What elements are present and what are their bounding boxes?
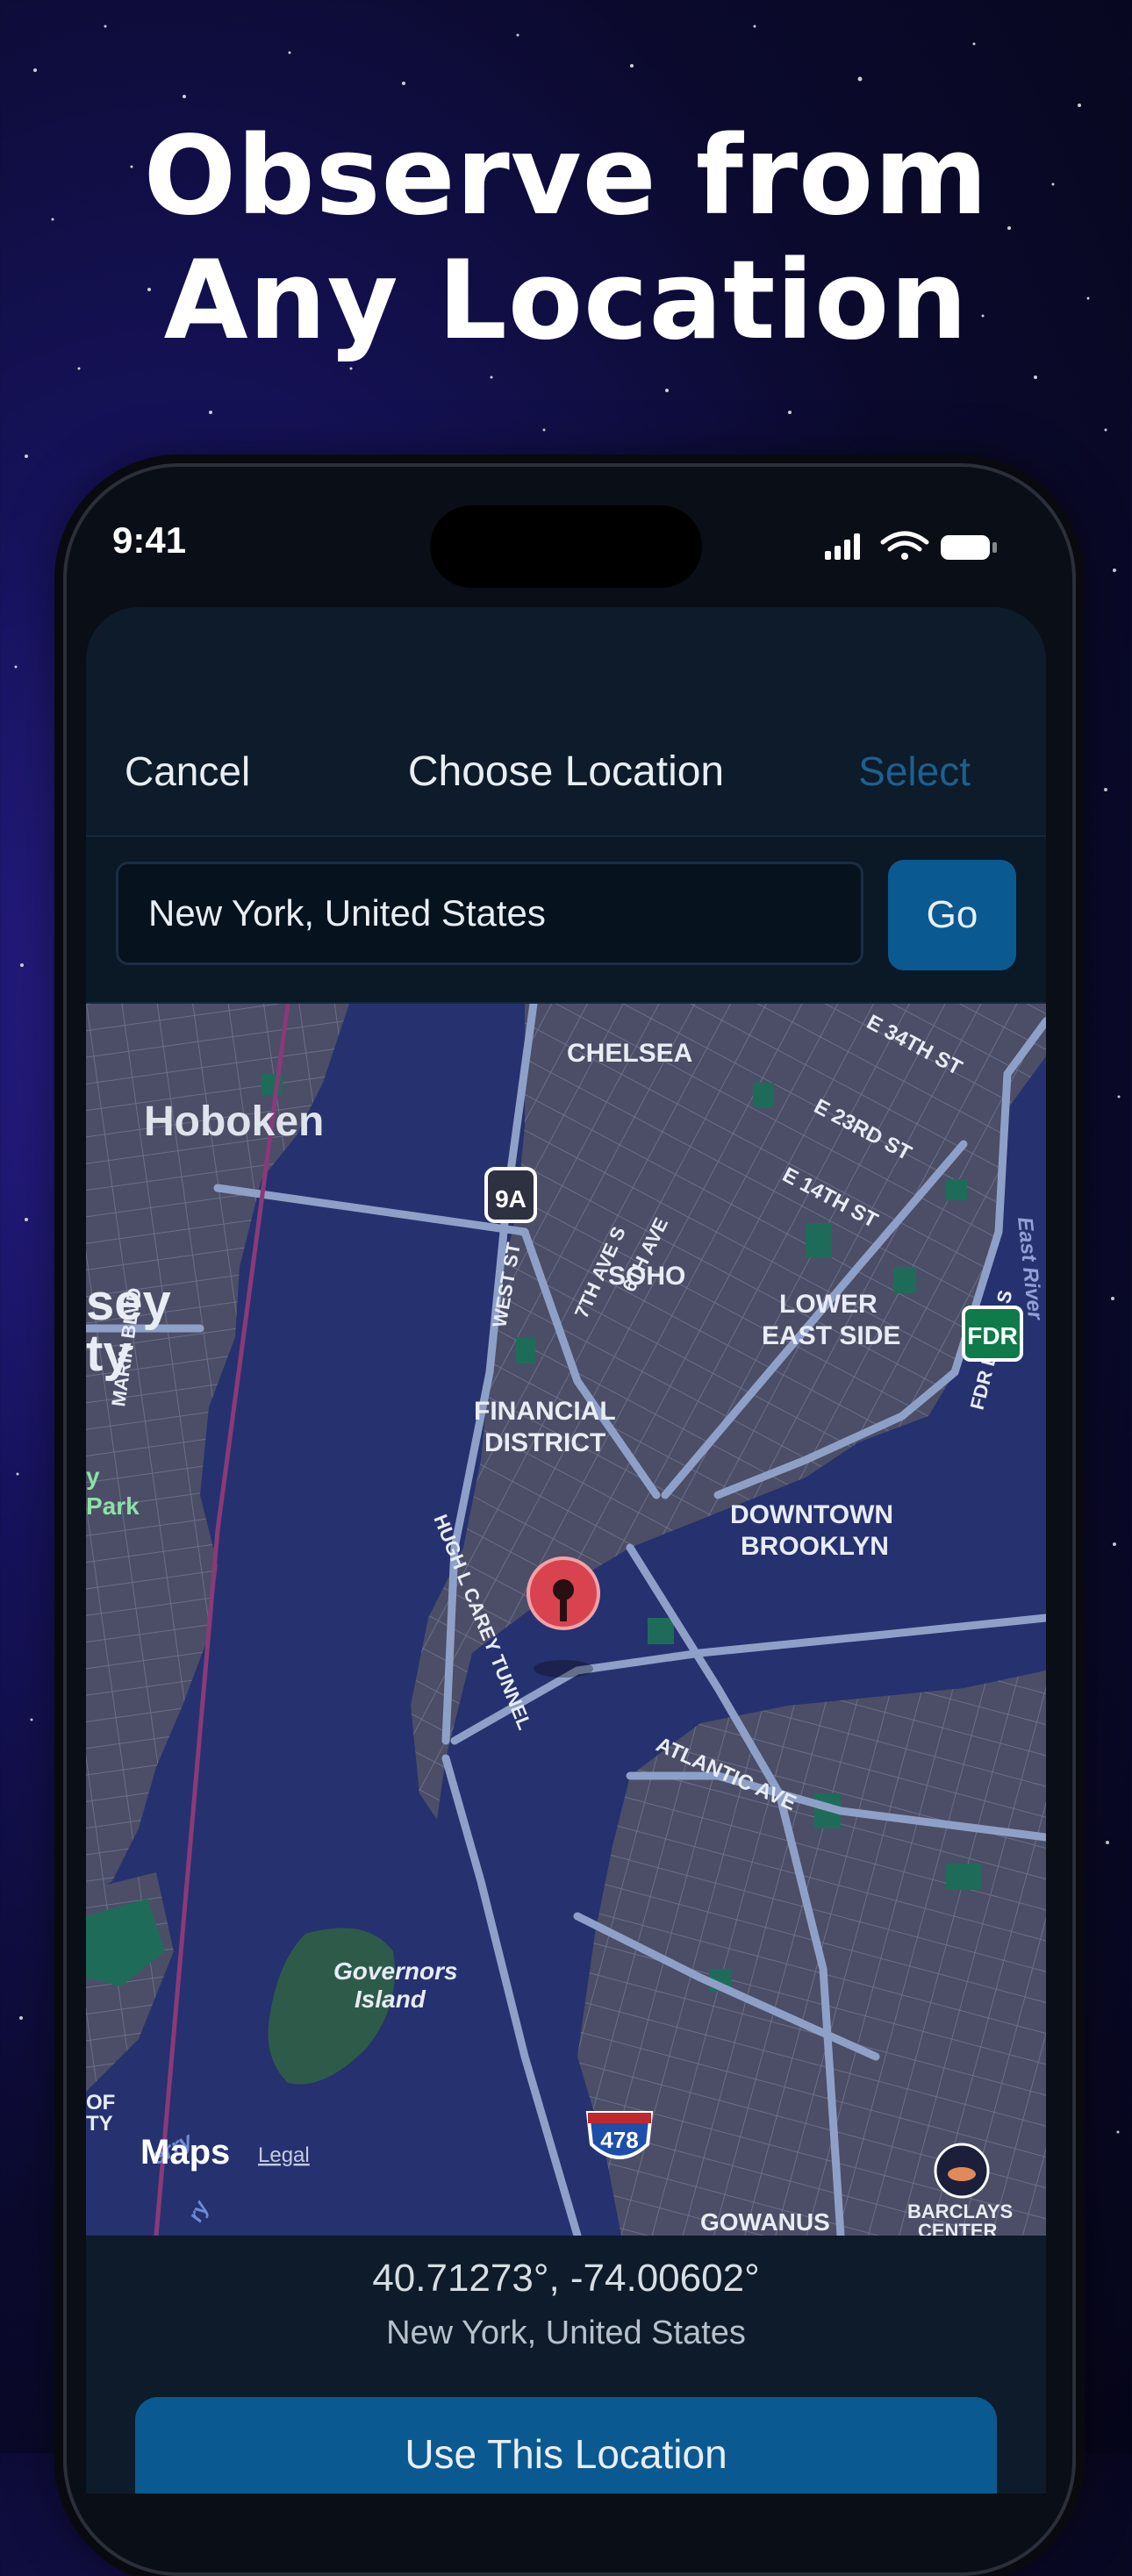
label-gi-1: Governors — [333, 1957, 458, 1985]
nav-bar: Cancel Choose Location Select — [86, 607, 1046, 837]
label-gi-2: Island — [355, 1986, 426, 2013]
barclays-center-icon — [934, 2143, 990, 2199]
label-of-2: TY — [86, 2112, 113, 2136]
label-of-1: OF — [86, 2091, 115, 2114]
i478-shield: 478 — [585, 2111, 654, 2159]
go-button[interactable]: Go — [888, 860, 1016, 970]
label-les-1: LOWER — [779, 1290, 878, 1319]
dynamic-island — [430, 505, 702, 588]
label-barclays-2: CENTER — [918, 2220, 998, 2236]
label-db-1: DOWNTOWN — [730, 1500, 893, 1529]
svg-text:478: 478 — [600, 2127, 638, 2153]
wifi-icon — [880, 531, 929, 560]
use-this-location-button[interactable]: Use This Location — [135, 2397, 997, 2494]
map-canvas[interactable]: CHELSEA Hoboken SOHO LOWER EAST SIDE FIN… — [86, 1004, 1046, 2236]
label-hoboken: Hoboken — [144, 1098, 324, 1145]
selected-coordinates: 40.71273°, -74.00602° — [372, 2257, 760, 2300]
label-gowanus: GOWANUS — [700, 2208, 830, 2236]
cancel-button[interactable]: Cancel — [125, 748, 250, 795]
svg-text:9A: 9A — [495, 1185, 527, 1213]
fdr-shield: FDR — [962, 1306, 1023, 1362]
search-row: Go — [86, 837, 1046, 1004]
location-search-input[interactable] — [116, 862, 863, 965]
battery-icon — [941, 535, 997, 560]
label-les-2: EAST SIDE — [762, 1321, 900, 1350]
marketing-headline: Observe from Any Location — [0, 114, 1132, 363]
label-fd-1: FINANCIAL — [474, 1397, 616, 1426]
label-fd-2: DISTRICT — [484, 1428, 605, 1457]
selected-place-name: New York, United States — [386, 2315, 746, 2351]
svg-text:FDR: FDR — [967, 1322, 1018, 1349]
status-icons — [825, 531, 997, 560]
map-view[interactable]: CHELSEA Hoboken SOHO LOWER EAST SIDE FIN… — [86, 1004, 1046, 2236]
headline-line-1: Observe from — [143, 113, 989, 240]
maps-logo: Maps — [140, 2133, 230, 2172]
label-park-1: y — [86, 1463, 100, 1490]
label-db-2: BROOKLYN — [741, 1532, 889, 1561]
status-time: 9:41 — [112, 519, 187, 561]
headline-line-2: Any Location — [163, 238, 969, 364]
label-park-2: Park — [86, 1492, 140, 1520]
label-chelsea: CHELSEA — [567, 1039, 692, 1068]
select-button[interactable]: Select — [858, 748, 971, 795]
legal-link[interactable]: Legal — [258, 2143, 310, 2167]
route-9a-shield: 9A — [484, 1167, 537, 1223]
location-sheet: Cancel Choose Location Select Go — [86, 607, 1046, 2494]
cellular-signal-icon — [825, 533, 860, 560]
